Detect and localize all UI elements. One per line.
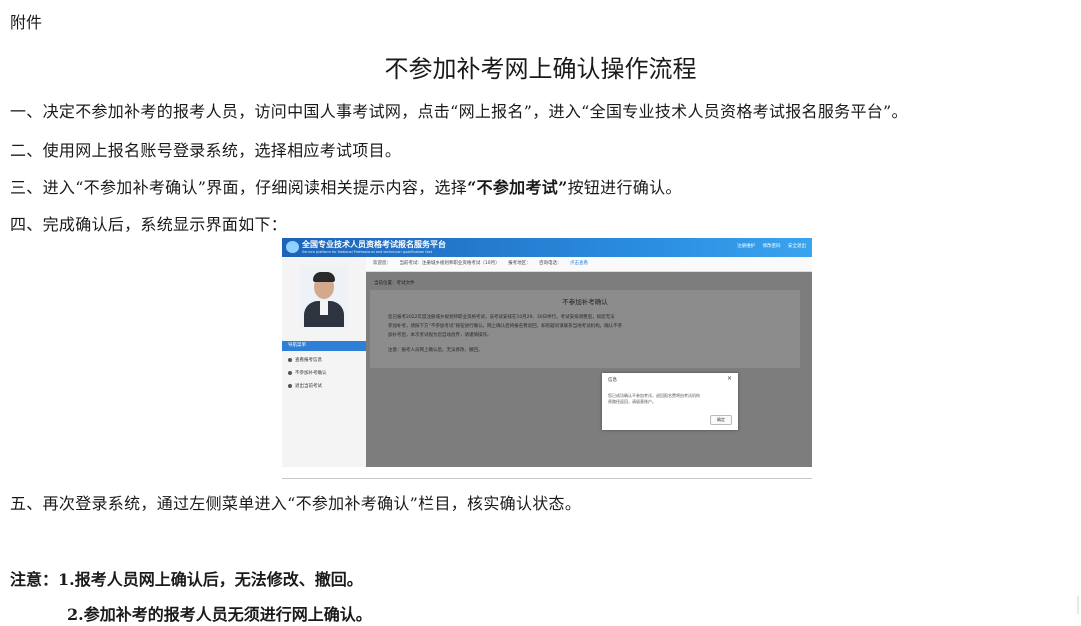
menu-header: 导航菜单 xyxy=(282,341,366,351)
step-1: 一、决定不参加补考的报考人员，访问中国人事考试网，点击“网上报名”，进入“全国专… xyxy=(10,102,908,121)
menu-item-label: 不参加补考确认 xyxy=(295,371,327,376)
note-1: 注意：1.报考人员网上确认后，无法修改、撤回。 xyxy=(10,570,363,589)
step-4: 四、完成确认后，系统显示界面如下： xyxy=(10,215,288,234)
menu-item-decline-confirm[interactable]: 不参加补考确认 xyxy=(288,370,327,376)
current-exam: 当前考试：注册城乡规划师职业资格考试（10月） xyxy=(399,261,500,266)
notice-line: 参加补考，请按下方“不参加考试”按钮进行确认。网上确认后将报名费退回，如有疑问请… xyxy=(388,324,623,329)
link-register[interactable]: 注册维护 xyxy=(737,244,755,249)
attachment-label: 附件 xyxy=(10,13,43,32)
step-5: 五、再次登录系统，通过左侧菜单进入“不参加补考确认”栏目，核实确认状态。 xyxy=(10,494,582,513)
platform-title: 全国专业技术人员资格考试报名服务平台 xyxy=(302,240,446,249)
step-3: 三、进入“不参加补考确认”界面，仔细阅读相关提示内容，选择“不参加考试”按钮进行… xyxy=(10,174,682,198)
main-area: 当前位置：考试文件 不参加补考确认 您已报考2022年度注册城乡规划师职业资格考… xyxy=(366,272,812,467)
dialog-title: 信息 xyxy=(608,378,617,383)
platform-logo-icon xyxy=(286,241,299,253)
step-2: 二、使用网上报名账号登录系统，选择相应考试项目。 xyxy=(10,141,402,160)
link-logout[interactable]: 安全退出 xyxy=(788,244,806,249)
avatar xyxy=(300,265,348,327)
banner-links: 注册维护 修改密码 安全退出 xyxy=(731,243,806,249)
hotline-link[interactable]: 点击查看 xyxy=(570,261,588,266)
confirmation-screenshot: 全国专业技术人员资格考试报名服务平台 Service platform for … xyxy=(282,238,812,467)
sidebar: 导航菜单 查看报考信息 不参加补考确认 退出当前考试 xyxy=(282,257,366,467)
step-3-bold: “不参加考试” xyxy=(467,178,568,197)
scroll-mark xyxy=(1077,596,1079,614)
exam-info-bar: 欢迎您： 当前考试：注册城乡规划师职业资格考试（10月） 报考地区： 咨询电话：… xyxy=(366,257,812,272)
dialog-message: 您已成功确认不参加考试，退回报名费将由考试机构 原路径返回，请留意账户。 xyxy=(608,393,700,405)
notice-line: 您已报考2022年度注册城乡规划师职业资格考试，该考试安排在10月29、30日举… xyxy=(388,315,615,320)
menu-item-label: 查看报考信息 xyxy=(295,358,322,363)
page-title: 不参加补考网上确认操作流程 xyxy=(384,55,697,83)
link-change-password[interactable]: 修改密码 xyxy=(763,244,781,249)
notice-title: 不参加补考确认 xyxy=(562,298,608,306)
hotline-text: 咨询电话： xyxy=(539,261,562,266)
menu-item-label: 退出当前考试 xyxy=(295,384,322,389)
notice-note: 注意：报考人员网上确认后，无法修改、撤回。 xyxy=(388,348,483,353)
arrow-icon xyxy=(288,383,292,388)
note-2: 2.参加补考的报考人员无须进行网上确认。 xyxy=(67,605,372,624)
welcome-text: 欢迎您： xyxy=(373,261,391,266)
platform-banner: 全国专业技术人员资格考试报名服务平台 Service platform for … xyxy=(282,238,812,257)
menu-item-exit-exam[interactable]: 退出当前考试 xyxy=(288,383,322,389)
dialog-line: 原路径返回，请留意账户。 xyxy=(608,399,656,404)
breadcrumb: 当前位置：考试文件 xyxy=(374,281,415,286)
step-3-text-a: 三、进入“不参加补考确认”界面，仔细阅读相关提示内容，选择 xyxy=(10,178,468,197)
notice-panel: 不参加补考确认 您已报考2022年度注册城乡规划师职业资格考试，该考试安排在10… xyxy=(370,290,800,368)
step-3-text-c: 按钮进行确认。 xyxy=(567,178,682,197)
region-text: 报考地区： xyxy=(508,261,531,266)
bullet-icon xyxy=(288,370,292,375)
bullet-icon xyxy=(288,357,292,362)
divider xyxy=(282,478,812,479)
menu-item-view-info[interactable]: 查看报考信息 xyxy=(288,357,322,363)
confirm-button[interactable]: 确定 xyxy=(710,415,732,425)
notice-line: 加补考后，本次考试视为您自动放弃，请谨慎操作。 xyxy=(388,333,492,338)
platform-subtitle: Service platform for National Profession… xyxy=(302,250,433,254)
info-dialog: 信息 × 您已成功确认不参加考试，退回报名费将由考试机构 原路径返回，请留意账户… xyxy=(602,373,738,430)
close-icon[interactable]: × xyxy=(727,375,732,382)
